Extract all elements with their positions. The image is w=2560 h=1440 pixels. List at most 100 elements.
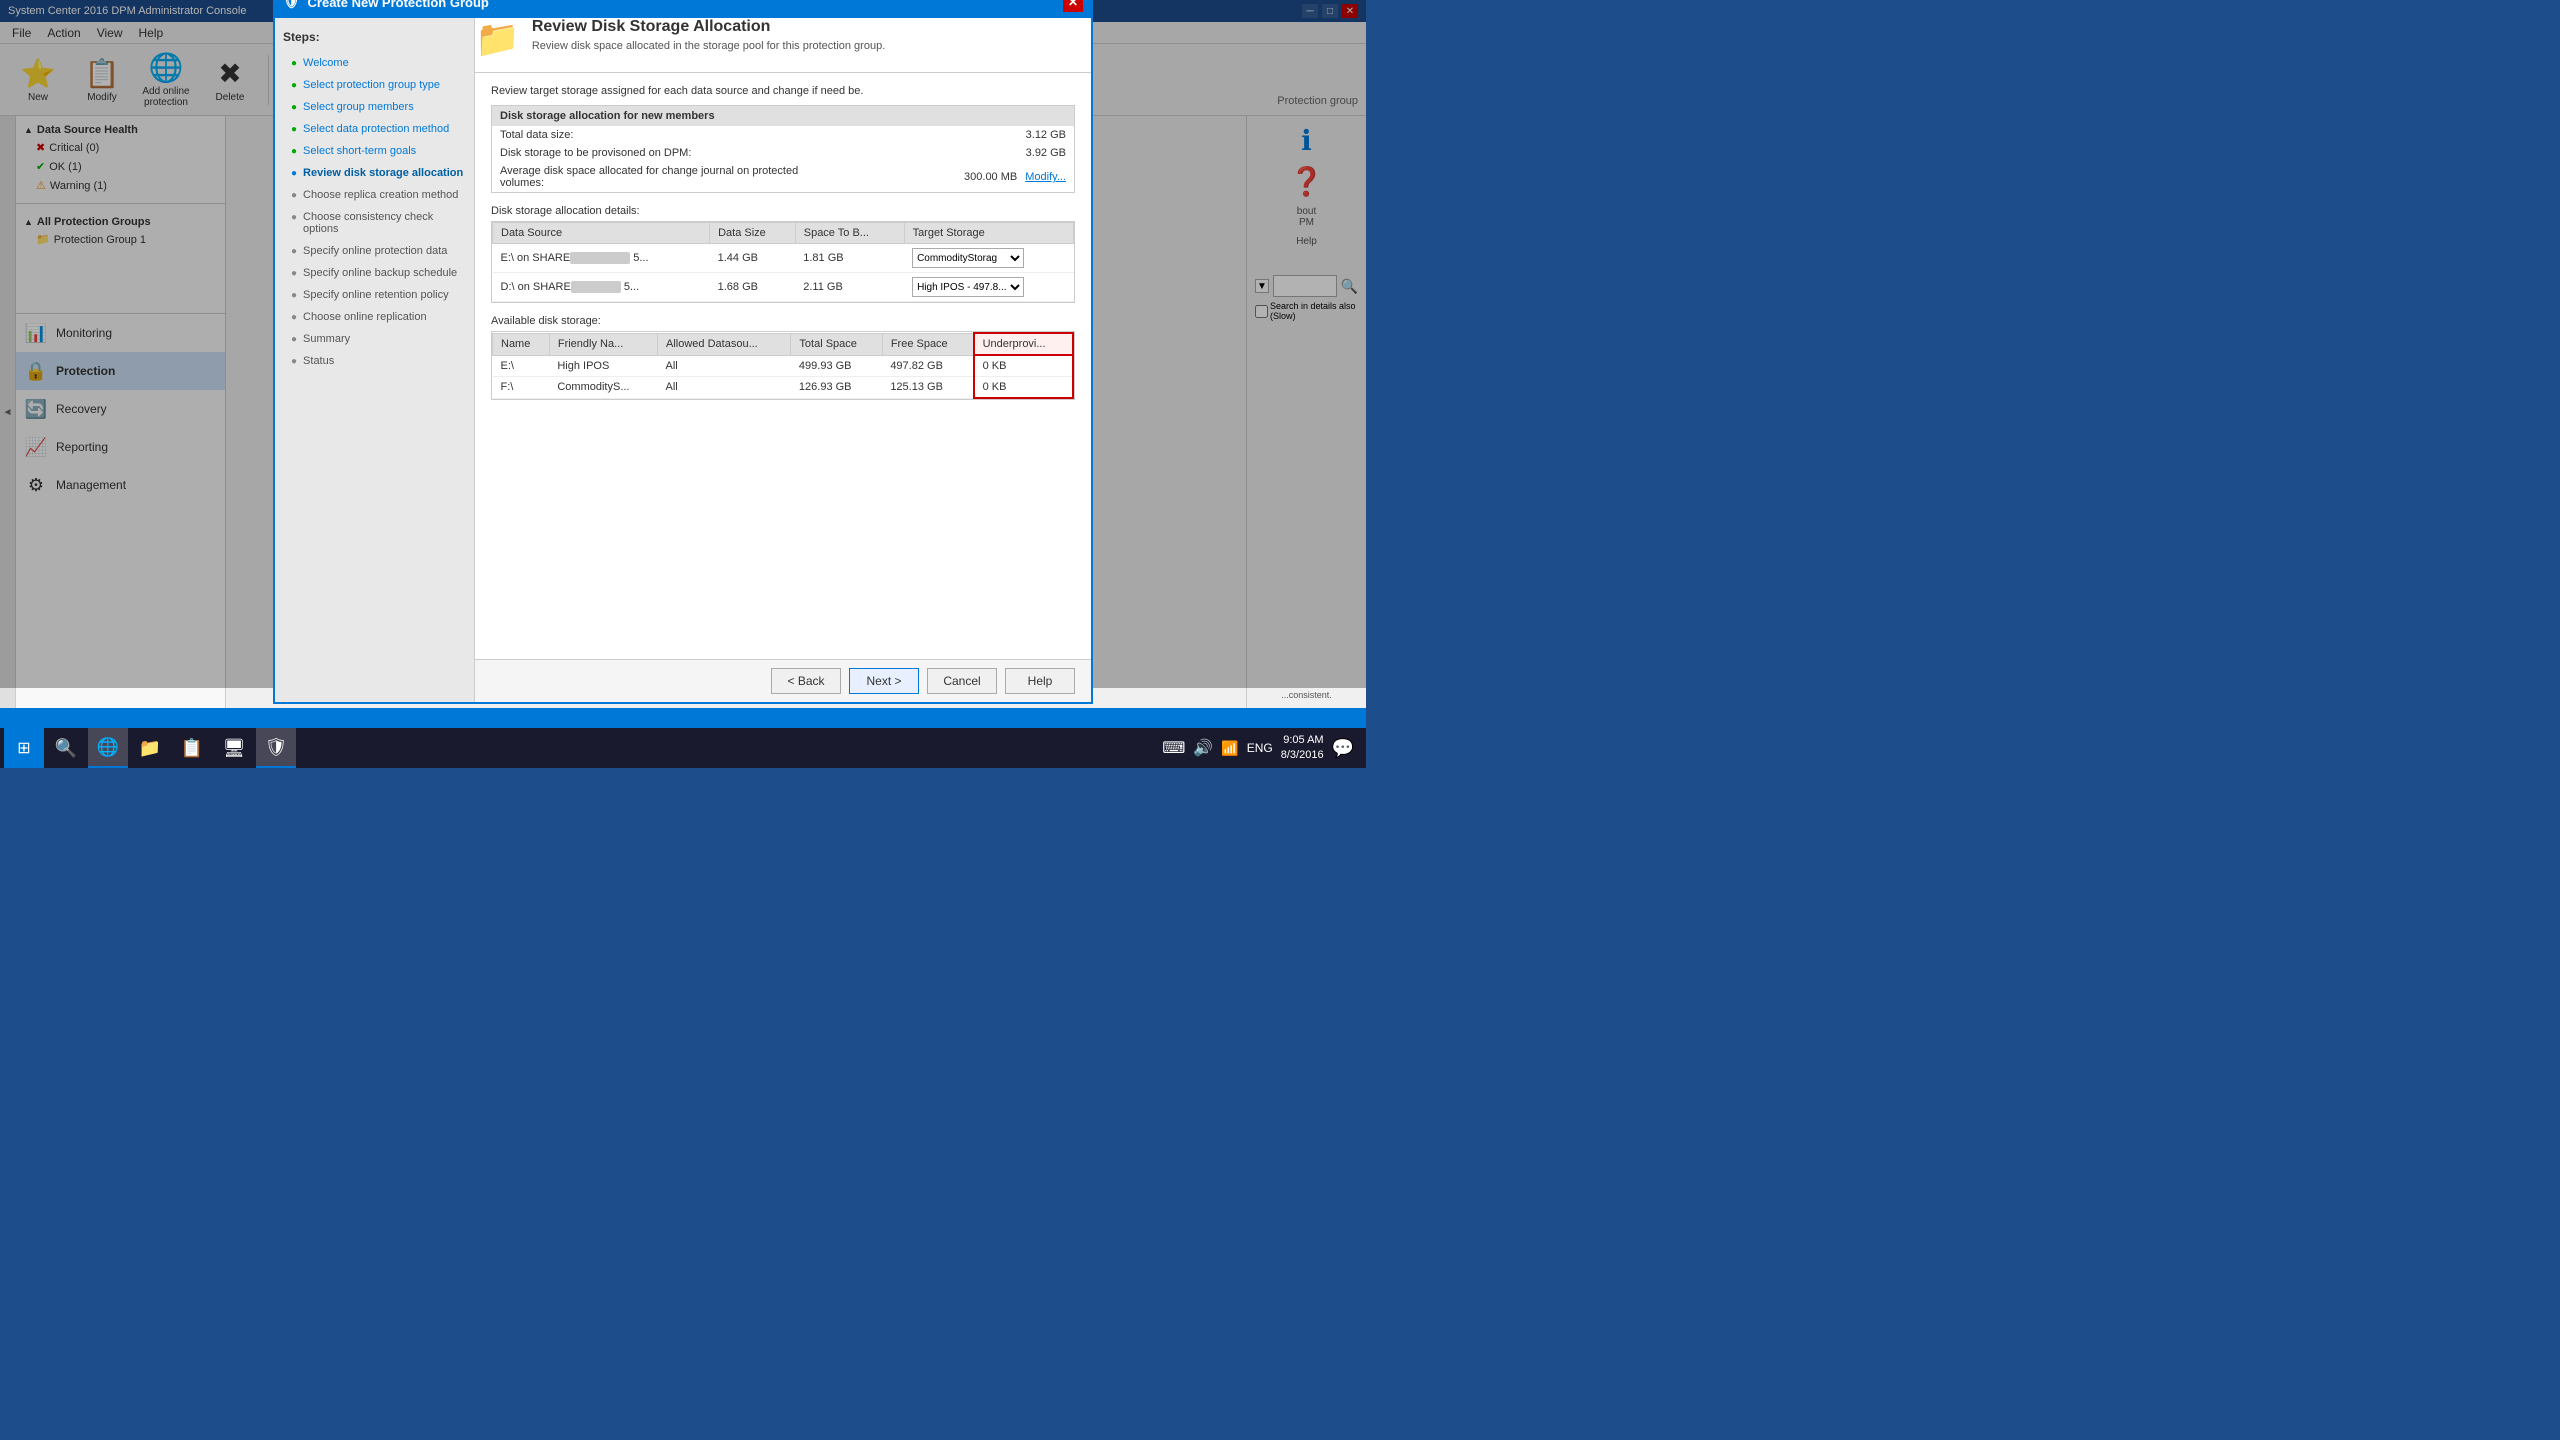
dialog-title: Create New Protection Group bbox=[308, 0, 489, 10]
disk-provisioned-row: Disk storage to be provisoned on DPM: 3.… bbox=[492, 144, 1074, 162]
dialog-scroll-content: Review target storage assigned for each … bbox=[475, 85, 1091, 659]
step-label-cc: Choose consistency check options bbox=[303, 211, 466, 235]
col-data-source: Data Source bbox=[493, 223, 710, 244]
table-row: F:\ CommodityS... All 126.93 GB 125.13 G… bbox=[493, 377, 1074, 399]
step-dot-da: ● bbox=[291, 168, 297, 179]
start-button[interactable]: ⊞ bbox=[4, 728, 44, 768]
help-button[interactable]: Help bbox=[1005, 668, 1075, 694]
available-storage-label: Available disk storage: bbox=[491, 315, 1075, 327]
step-consistency-check[interactable]: ● Choose consistency check options bbox=[275, 206, 474, 240]
taskbar-ie[interactable]: 🌐 bbox=[88, 728, 128, 768]
step-dot-gm: ● bbox=[291, 102, 297, 113]
dialog-title-bar: 🛡 Create New Protection Group ✕ bbox=[275, 0, 1091, 18]
step-dot-or: ● bbox=[291, 290, 297, 301]
step-label-dpm: Select data protection method bbox=[303, 123, 449, 135]
date-display: 8/3/2016 bbox=[1281, 748, 1324, 763]
row1-space: 2.11 GB bbox=[795, 273, 904, 302]
taskbar-app1[interactable]: 📋 bbox=[172, 728, 212, 768]
step-label-or: Specify online retention policy bbox=[303, 289, 449, 301]
row0-target[interactable]: CommodityStorag High IPOS - 497.8... bbox=[904, 244, 1073, 273]
notification-icon[interactable]: 💬 bbox=[1332, 738, 1354, 759]
allocation-details-label: Disk storage allocation details: bbox=[491, 205, 1075, 217]
step-dot-orep: ● bbox=[291, 312, 297, 323]
table-row: D:\ on SHARE 5... 1.68 GB 2.11 GB High I… bbox=[493, 273, 1074, 302]
intro-text: Review target storage assigned for each … bbox=[491, 85, 1075, 97]
step-dot-stg: ● bbox=[291, 146, 297, 157]
main-window: System Center 2016 DPM Administrator Con… bbox=[0, 0, 1366, 728]
avail-col-allowed: Allowed Datasou... bbox=[658, 333, 791, 355]
step-dot-pgt: ● bbox=[291, 80, 297, 91]
taskbar-keyboard-icon[interactable]: ⌨ bbox=[1162, 738, 1185, 758]
taskbar-search[interactable]: 🔍 bbox=[46, 728, 86, 768]
step-label-obs: Specify online backup schedule bbox=[303, 267, 457, 279]
step-data-protection-method[interactable]: ● Select data protection method bbox=[275, 118, 474, 140]
dialog-close-button[interactable]: ✕ bbox=[1063, 0, 1083, 12]
disk-provisioned-label: Disk storage to be provisoned on DPM: bbox=[500, 147, 800, 159]
step-dot-rc: ● bbox=[291, 190, 297, 201]
avail-col-underprov: Underprovi... bbox=[974, 333, 1073, 355]
step-protection-group-type[interactable]: ● Select protection group type bbox=[275, 74, 474, 96]
time-display: 9:05 AM bbox=[1281, 733, 1324, 748]
back-button[interactable]: < Back bbox=[771, 668, 841, 694]
avail-row1-allowed: All bbox=[658, 377, 791, 399]
taskbar-right: ⌨ 🔊 📶 ENG 9:05 AM 8/3/2016 💬 bbox=[1162, 733, 1362, 764]
cancel-button[interactable]: Cancel bbox=[927, 668, 997, 694]
step-label-rc: Choose replica creation method bbox=[303, 189, 458, 201]
row0-target-select[interactable]: CommodityStorag High IPOS - 497.8... bbox=[912, 248, 1024, 268]
step-dot-sum: ● bbox=[291, 334, 297, 345]
clock: 9:05 AM 8/3/2016 bbox=[1281, 733, 1324, 764]
dialog-main-description: Review disk space allocated in the stora… bbox=[532, 40, 885, 52]
dialog-main-title: Review Disk Storage Allocation bbox=[532, 18, 885, 36]
avail-row1-under: 0 KB bbox=[974, 377, 1073, 399]
step-online-protection[interactable]: ● Specify online protection data bbox=[275, 240, 474, 262]
modify-link[interactable]: Modify... bbox=[1025, 171, 1066, 183]
avail-row1-name: F:\ bbox=[493, 377, 550, 399]
taskbar-app2[interactable]: 🖥 bbox=[214, 728, 254, 768]
avail-row0-allowed: All bbox=[658, 355, 791, 377]
taskbar-volume-icon[interactable]: 🔊 bbox=[1193, 738, 1213, 758]
step-welcome[interactable]: ● Welcome bbox=[275, 52, 474, 74]
step-short-term-goals[interactable]: ● Select short-term goals bbox=[275, 140, 474, 162]
step-group-members[interactable]: ● Select group members bbox=[275, 96, 474, 118]
row0-source: E:\ on SHARE 5... bbox=[493, 244, 710, 273]
step-label-pgt: Select protection group type bbox=[303, 79, 440, 91]
dialog-title-icon: 🛡 bbox=[283, 0, 300, 10]
taskbar-network-icon[interactable]: 📶 bbox=[1221, 740, 1238, 757]
step-status[interactable]: ● Status bbox=[275, 350, 474, 372]
dialog-header-icon: 📁 bbox=[475, 18, 520, 60]
step-online-replication[interactable]: ● Choose online replication bbox=[275, 306, 474, 328]
language-indicator: ENG bbox=[1247, 741, 1273, 755]
step-online-backup-schedule[interactable]: ● Specify online backup schedule bbox=[275, 262, 474, 284]
table-row: E:\ on SHARE 5... 1.44 GB 1.81 GB Commod… bbox=[493, 244, 1074, 273]
step-dot-welcome: ● bbox=[291, 58, 297, 69]
step-dot-op: ● bbox=[291, 246, 297, 257]
change-journal-row: Average disk space allocated for change … bbox=[492, 162, 1074, 192]
avail-col-free: Free Space bbox=[882, 333, 973, 355]
step-summary[interactable]: ● Summary bbox=[275, 328, 474, 350]
step-online-retention[interactable]: ● Specify online retention policy bbox=[275, 284, 474, 306]
step-label-op: Specify online protection data bbox=[303, 245, 447, 257]
dialog-header-text: Review Disk Storage Allocation Review di… bbox=[532, 18, 885, 52]
allocation-new-members-header: Disk storage allocation for new members bbox=[492, 106, 1074, 126]
disk-provisioned-value: 3.92 GB bbox=[800, 147, 1066, 159]
dialog-overlay: 🛡 Create New Protection Group ✕ Steps: ●… bbox=[0, 0, 1366, 688]
avail-row0-total: 499.93 GB bbox=[791, 355, 882, 377]
row1-source: D:\ on SHARE 5... bbox=[493, 273, 710, 302]
dialog-right-content: 📁 Review Disk Storage Allocation Review … bbox=[475, 18, 1091, 702]
next-button[interactable]: Next > bbox=[849, 668, 919, 694]
avail-col-name: Name bbox=[493, 333, 550, 355]
step-label-orep: Choose online replication bbox=[303, 311, 427, 323]
allocation-details-table-container: Data Source Data Size Space To B... Targ… bbox=[491, 221, 1075, 303]
row1-target[interactable]: High IPOS - 497.8... CommodityStorag bbox=[904, 273, 1073, 302]
step-replica-creation[interactable]: ● Choose replica creation method bbox=[275, 184, 474, 206]
taskbar-dpm[interactable]: 🛡 bbox=[256, 728, 296, 768]
available-storage-table-container: Name Friendly Na... Allowed Datasou... T… bbox=[491, 331, 1075, 400]
create-protection-group-dialog: 🛡 Create New Protection Group ✕ Steps: ●… bbox=[273, 0, 1093, 704]
step-dot-stat: ● bbox=[291, 356, 297, 367]
row1-target-select[interactable]: High IPOS - 497.8... CommodityStorag bbox=[912, 277, 1024, 297]
step-disk-allocation[interactable]: ● Review disk storage allocation bbox=[275, 162, 474, 184]
total-data-size-value: 3.12 GB bbox=[800, 129, 1066, 141]
avail-row1-friendly: CommodityS... bbox=[549, 377, 657, 399]
taskbar-explorer[interactable]: 📁 bbox=[130, 728, 170, 768]
change-journal-value: 300.00 MB bbox=[964, 171, 1017, 183]
